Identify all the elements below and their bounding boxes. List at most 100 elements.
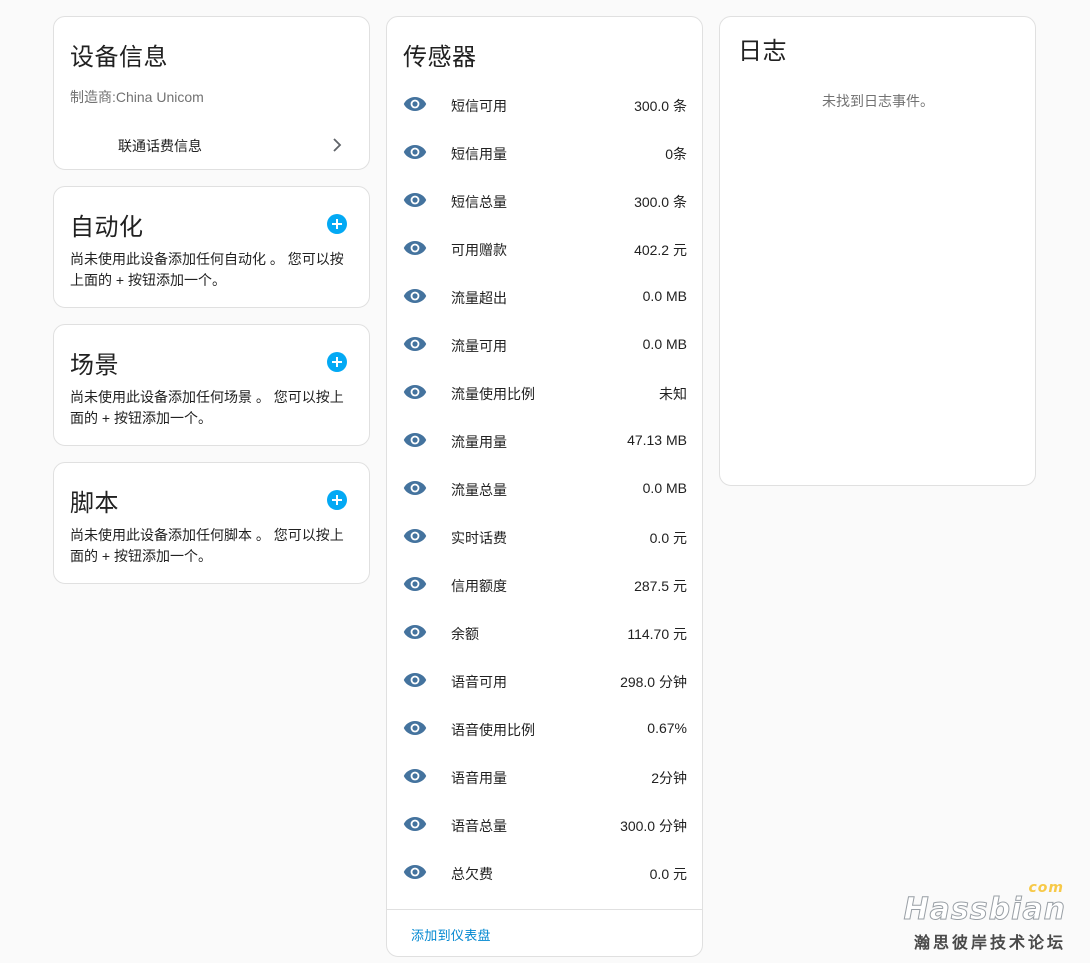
sensor-value: 300.0 分钟	[620, 818, 687, 834]
watermark-brand-text: Hassbian	[903, 892, 1066, 928]
sensor-value: 0.0 MB	[642, 288, 687, 304]
add-scene-button[interactable]	[327, 352, 347, 372]
logbook-empty-message: 未找到日志事件。	[822, 93, 934, 109]
scene-empty-message: 尚未使用此设备添加任何场景 。 您可以按上 面的 + 按钮添加一个。	[70, 387, 344, 429]
watermark-brand: Hassbian com	[903, 880, 1066, 928]
scene-message-line2: 面的 + 按钮添加一个。	[70, 410, 212, 426]
sensor-value: 0.0 元	[649, 866, 687, 882]
logbook-card: 日志 未找到日志事件。	[719, 16, 1036, 486]
eye-icon	[403, 721, 427, 735]
sensor-name: 短信可用	[451, 98, 507, 114]
script-card: 脚本 尚未使用此设备添加任何脚本 。 您可以按上 面的 + 按钮添加一个。	[53, 462, 370, 584]
sensor-value: 47.13 MB	[627, 432, 687, 448]
add-script-button[interactable]	[327, 490, 347, 510]
eye-icon	[403, 385, 427, 399]
eye-icon	[403, 241, 427, 255]
eye-icon	[403, 673, 427, 687]
sensor-row[interactable]: 余额 114.70 元	[387, 609, 703, 657]
plus-icon	[332, 357, 342, 367]
sensor-row[interactable]: 短信总量 300.0 条	[387, 177, 703, 225]
eye-icon	[403, 817, 427, 831]
device-info-card: 设备信息 制造商:China Unicom 联通话费信息	[53, 16, 370, 170]
sensor-name: 短信总量	[451, 194, 507, 210]
sensor-row[interactable]: 可用赠款 402.2 元	[387, 225, 703, 273]
chevron-right-icon	[333, 138, 342, 152]
eye-icon	[403, 289, 427, 303]
script-title: 脚本	[70, 490, 119, 517]
eye-icon	[403, 481, 427, 495]
sensor-value: 0条	[665, 146, 687, 162]
sensor-row[interactable]: 语音总量 300.0 分钟	[387, 801, 703, 849]
device-info-title: 设备信息	[70, 44, 168, 71]
sensor-value: 0.0 MB	[642, 336, 687, 352]
sensor-row[interactable]: 流量用量 47.13 MB	[387, 417, 703, 465]
sensor-name: 可用赠款	[451, 242, 507, 258]
sensor-row[interactable]: 短信可用 300.0 条	[387, 81, 703, 129]
plus-icon	[332, 495, 342, 505]
manufacturer-label: 制造商:	[70, 89, 116, 105]
automation-message-line1: 尚未使用此设备添加任何自动化 。 您可以按	[70, 251, 344, 267]
sensor-name: 流量可用	[451, 338, 507, 354]
sensor-name: 信用额度	[451, 578, 507, 594]
sensors-actions-divider	[387, 909, 703, 910]
manufacturer-value: China Unicom	[115, 89, 204, 105]
sensor-value: 0.0 MB	[642, 480, 687, 496]
sensor-row[interactable]: 实时话费 0.0 元	[387, 513, 703, 561]
sensor-value: 114.70 元	[627, 626, 687, 642]
plus-icon	[332, 219, 342, 229]
device-link-label: 联通话费信息	[118, 138, 202, 154]
eye-icon	[403, 865, 427, 879]
sensor-name: 短信用量	[451, 146, 507, 162]
sensor-row[interactable]: 总欠费 0.0 元	[387, 849, 703, 897]
sensor-value: 0.67%	[647, 720, 687, 736]
sensors-card: 传感器 短信可用 300.0 条短信用量 0条 短信总量 300.0 条可用赠款 402.…	[386, 16, 703, 957]
eye-icon	[403, 769, 427, 783]
sensor-row[interactable]: 流量可用 0.0 MB	[387, 321, 703, 369]
sensor-name: 流量使用比例	[451, 386, 535, 402]
sensor-name: 流量总量	[451, 482, 507, 498]
sensor-value: 298.0 分钟	[620, 674, 687, 690]
sensor-value: 287.5 元	[634, 578, 687, 594]
sensor-row[interactable]: 流量超出 0.0 MB	[387, 273, 703, 321]
sensor-value: 300.0 条	[634, 98, 687, 114]
automation-empty-message: 尚未使用此设备添加任何自动化 。 您可以按 上面的 + 按钮添加一个。	[70, 249, 344, 291]
eye-icon	[403, 529, 427, 543]
sensor-name: 语音总量	[451, 818, 507, 834]
add-to-dashboard-button[interactable]: 添加到仪表盘	[411, 925, 491, 944]
sensor-row[interactable]: 语音使用比例 0.67%	[387, 705, 703, 753]
eye-icon	[403, 193, 427, 207]
script-empty-message: 尚未使用此设备添加任何脚本 。 您可以按上 面的 + 按钮添加一个。	[70, 525, 344, 567]
device-link-row[interactable]: 联通话费信息	[54, 121, 369, 169]
manufacturer-text: 制造商:China Unicom	[70, 87, 204, 107]
automation-card: 自动化 尚未使用此设备添加任何自动化 。 您可以按 上面的 + 按钮添加一个。	[53, 186, 370, 308]
sensor-row[interactable]: 语音用量 2分钟	[387, 753, 703, 801]
sensor-name: 流量超出	[451, 290, 507, 306]
eye-icon	[403, 433, 427, 447]
sensor-row[interactable]: 短信用量 0条	[387, 129, 703, 177]
scene-card: 场景 尚未使用此设备添加任何场景 。 您可以按上 面的 + 按钮添加一个。	[53, 324, 370, 446]
sensor-value: 402.2 元	[634, 242, 687, 258]
eye-icon	[403, 625, 427, 639]
sensor-row[interactable]: 流量总量 0.0 MB	[387, 465, 703, 513]
watermark-tagline: 瀚思彼岸技术论坛	[913, 935, 1066, 952]
sensor-value: 未知	[659, 386, 687, 402]
sensor-name: 余额	[451, 626, 479, 642]
automation-message-line2: 上面的 + 按钮添加一个。	[70, 272, 226, 288]
script-message-line2: 面的 + 按钮添加一个。	[70, 548, 212, 564]
script-message-line1: 尚未使用此设备添加任何脚本 。 您可以按上	[70, 527, 344, 543]
sensor-name: 流量用量	[451, 434, 507, 450]
add-automation-button[interactable]	[327, 214, 347, 234]
sensor-name: 实时话费	[451, 530, 507, 546]
sensor-value: 2分钟	[651, 770, 687, 786]
watermark-suffix: com	[1028, 880, 1064, 896]
logbook-title: 日志	[738, 38, 787, 65]
sensor-row[interactable]: 流量使用比例 未知	[387, 369, 703, 417]
sensor-row[interactable]: 信用额度 287.5 元	[387, 561, 703, 609]
sensor-name: 语音使用比例	[451, 722, 535, 738]
watermark-logo: Hassbian com 瀚思彼岸技术论坛	[903, 880, 1066, 953]
eye-icon	[403, 145, 427, 159]
eye-icon	[403, 577, 427, 591]
sensor-name: 语音可用	[451, 674, 507, 690]
sensor-value: 0.0 元	[649, 530, 687, 546]
sensor-row[interactable]: 语音可用 298.0 分钟	[387, 657, 703, 705]
